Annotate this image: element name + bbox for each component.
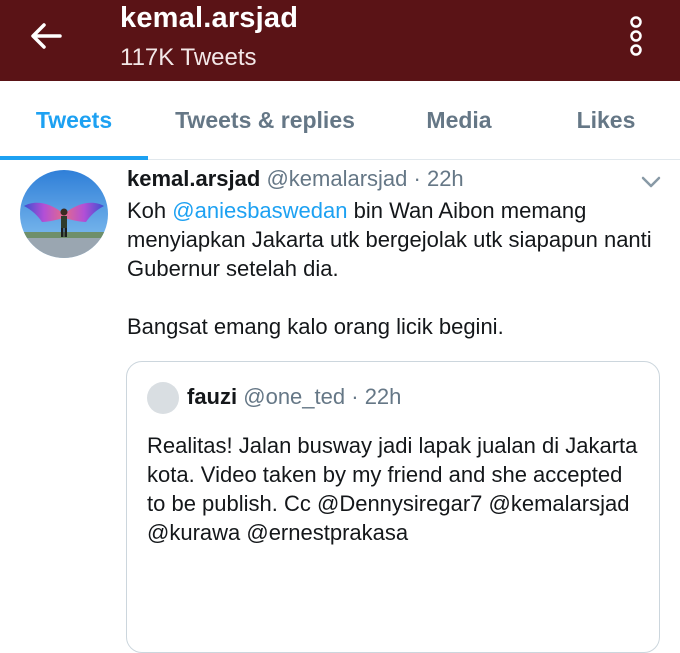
tweet-line-2: menyiapkan Jakarta utk bergejolak utk si… bbox=[127, 227, 652, 252]
tweet-text: Koh @aniesbaswedan bin Wan Aibon memang … bbox=[127, 196, 667, 341]
quoted-tweet[interactable]: fauzi @one_ted · 22h Realitas! Jalan bus… bbox=[126, 361, 660, 653]
more-vertical-icon bbox=[630, 16, 642, 56]
quoted-timestamp: 22h bbox=[364, 384, 402, 409]
chevron-down-icon bbox=[641, 176, 661, 188]
quoted-tweet-text: Realitas! Jalan busway jadi lapak jualan… bbox=[147, 431, 647, 547]
tweet-line-1: Koh @aniesbaswedan bin Wan Aibon memang bbox=[127, 196, 667, 225]
quoted-avatar[interactable] bbox=[147, 382, 179, 414]
tweet-text-segment: bin Wan Aibon memang bbox=[347, 198, 587, 223]
tab-tweets[interactable]: Tweets bbox=[0, 81, 148, 159]
tweet-text-segment: Koh bbox=[127, 198, 173, 223]
quoted-line-3: to be publish. Cc @Dennysiregar7 @kemala… bbox=[147, 491, 630, 516]
tab-tweets-and-replies[interactable]: Tweets & replies bbox=[160, 81, 370, 159]
profile-tabs: Tweets Tweets & replies Media Likes bbox=[0, 81, 680, 160]
more-options-button[interactable] bbox=[618, 14, 654, 58]
tweet-count: 117K Tweets bbox=[120, 44, 257, 71]
tweet-menu-button[interactable] bbox=[636, 170, 666, 194]
back-button[interactable] bbox=[22, 14, 70, 58]
tweet-line-3: Gubernur setelah dia. bbox=[127, 256, 339, 281]
mention-link[interactable]: @aniesbaswedan bbox=[172, 198, 347, 223]
avatar[interactable] bbox=[20, 170, 108, 258]
author-name[interactable]: kemal.arsjad bbox=[127, 166, 260, 191]
quoted-line-1: Realitas! Jalan busway jadi lapak jualan… bbox=[147, 433, 638, 458]
tweet[interactable]: kemal.arsjad @kemalarsjad · 22h Koh @ani… bbox=[0, 160, 680, 653]
quoted-tweet-header: fauzi @one_ted · 22h bbox=[187, 384, 401, 410]
quoted-author-name: fauzi bbox=[187, 384, 238, 409]
arrow-left-icon bbox=[31, 23, 62, 49]
profile-name-title: kemal.arsjad bbox=[120, 2, 299, 34]
tab-media[interactable]: Media bbox=[400, 81, 518, 159]
profile-header: kemal.arsjad 117K Tweets bbox=[0, 0, 680, 81]
quoted-author-handle: @one_ted bbox=[243, 384, 346, 409]
tweet-line-4: Bangsat emang kalo orang licik begini. bbox=[127, 314, 504, 339]
tweet-timestamp[interactable]: 22h bbox=[427, 166, 464, 191]
tweet-header: kemal.arsjad @kemalarsjad · 22h bbox=[127, 166, 464, 192]
tab-likes[interactable]: Likes bbox=[560, 81, 652, 159]
quoted-line-2: kota. Video taken by my friend and she a… bbox=[147, 462, 623, 487]
quoted-meta-separator: · bbox=[351, 384, 359, 409]
author-handle[interactable]: @kemalarsjad bbox=[266, 166, 407, 191]
avatar-image bbox=[20, 170, 108, 258]
quoted-line-4: @kurawa @ernestprakasa bbox=[147, 520, 409, 545]
meta-separator: · bbox=[413, 166, 421, 191]
